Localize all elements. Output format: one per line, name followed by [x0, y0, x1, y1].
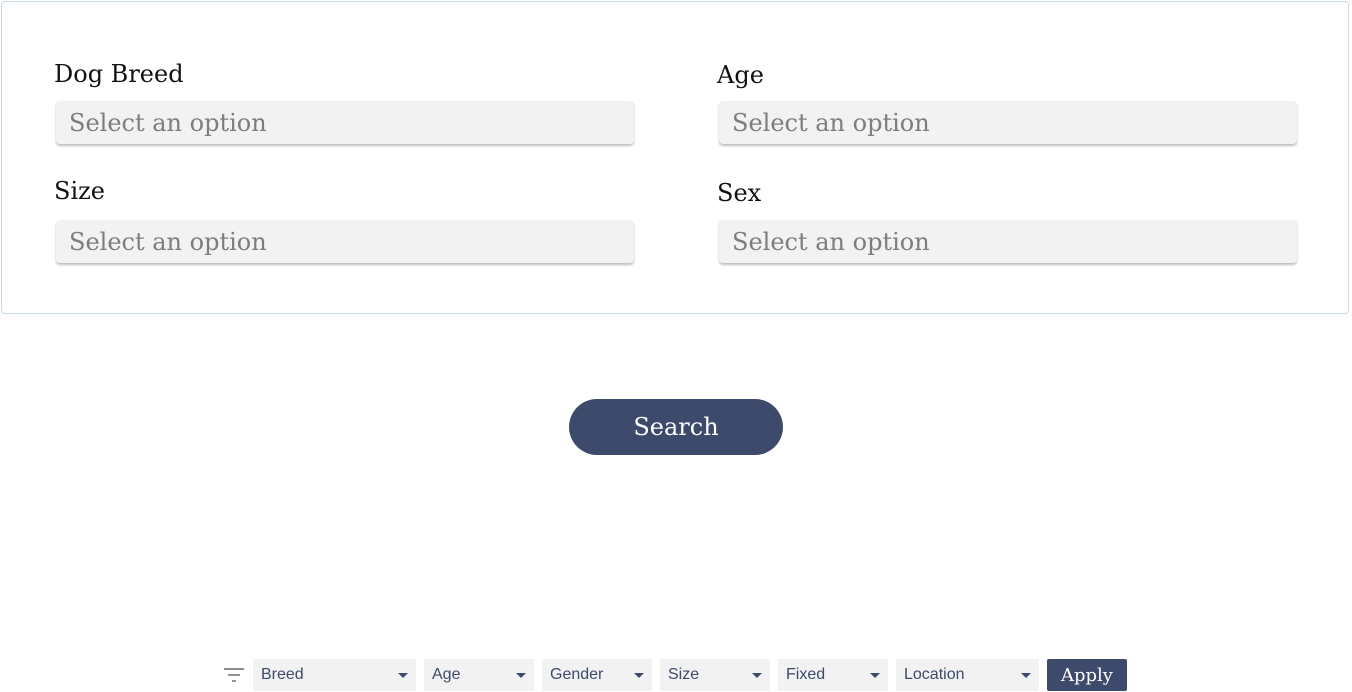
filter-fixed-select[interactable]: Fixed: [778, 659, 888, 691]
chevron-down-icon: [752, 672, 762, 678]
filter-gender-select[interactable]: Gender: [542, 659, 652, 691]
chevron-down-icon: [516, 672, 526, 678]
age-select[interactable]: Select an option: [719, 101, 1297, 144]
apply-button[interactable]: Apply: [1047, 659, 1127, 691]
filter-location-label: Location: [904, 666, 965, 683]
sex-label: Sex: [717, 179, 762, 207]
filter-fixed-label: Fixed: [786, 666, 826, 683]
size-select[interactable]: Select an option: [56, 220, 634, 263]
filter-icon: [222, 659, 246, 691]
chevron-down-icon: [398, 672, 408, 678]
filter-age-select[interactable]: Age: [424, 659, 534, 691]
filter-breed-select[interactable]: Breed: [253, 659, 416, 691]
filter-size-select[interactable]: Size: [660, 659, 770, 691]
search-form-panel: Dog Breed Select an option Age Select an…: [1, 1, 1349, 314]
filter-size-label: Size: [668, 666, 700, 683]
search-button[interactable]: Search: [569, 399, 783, 455]
age-label: Age: [717, 61, 764, 89]
chevron-down-icon: [1021, 672, 1031, 678]
filter-location-select[interactable]: Location: [896, 659, 1039, 691]
filter-breed-label: Breed: [261, 666, 304, 683]
chevron-down-icon: [634, 672, 644, 678]
breed-select[interactable]: Select an option: [56, 101, 634, 144]
size-label: Size: [54, 177, 105, 205]
filter-age-label: Age: [432, 666, 461, 683]
sex-select[interactable]: Select an option: [719, 220, 1297, 263]
filter-bar: Breed Age Gender Size Fixed Location App…: [222, 659, 1127, 691]
chevron-down-icon: [870, 672, 880, 678]
breed-label: Dog Breed: [54, 60, 184, 88]
filter-gender-label: Gender: [550, 666, 604, 683]
